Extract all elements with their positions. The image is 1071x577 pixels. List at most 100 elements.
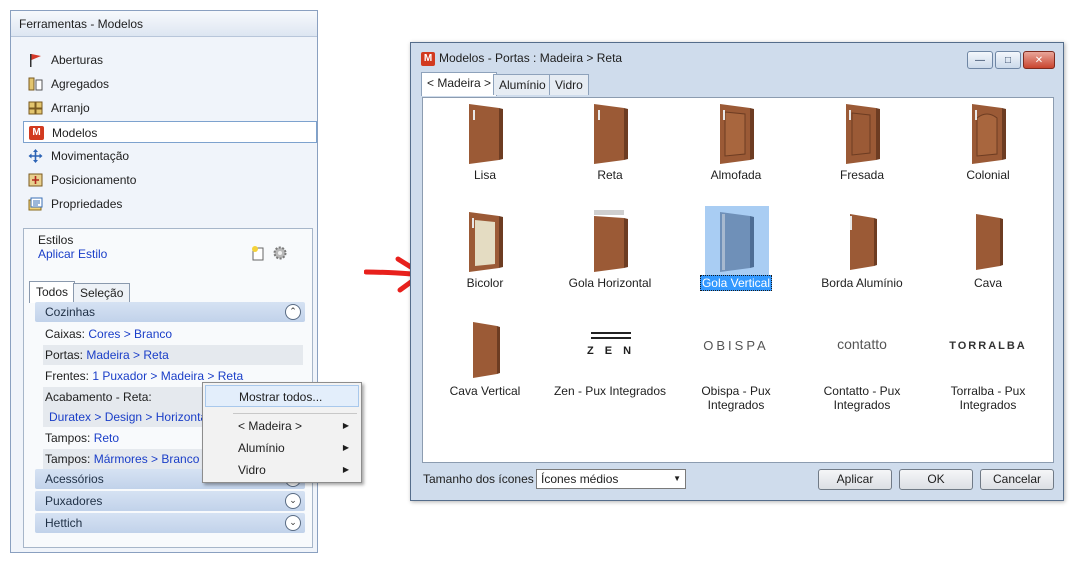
tool-label: Posicionamento <box>51 173 137 187</box>
model-item-cava-vertical[interactable]: Cava Vertical <box>425 314 545 414</box>
row-value[interactable]: Madeira > Reta <box>86 348 168 362</box>
zen-logo-icon: Z E N <box>586 332 636 357</box>
tab-vidro[interactable]: Vidro <box>549 74 589 95</box>
model-label: Torralba - Pux Integrados <box>950 384 1026 412</box>
model-item-lisa[interactable]: Lisa <box>425 98 545 198</box>
tab-todos[interactable]: Todos <box>29 281 76 303</box>
door-thumbnail <box>473 322 500 378</box>
group-label: Acessórios <box>45 472 104 486</box>
door-thumbnail <box>594 210 628 272</box>
model-item-cava[interactable]: Cava <box>928 206 1048 306</box>
model-item-obispa[interactable]: OBISPA Obispa - Pux Integrados <box>676 314 796 414</box>
style-row-portas[interactable]: Portas: Madeira > Reta <box>43 345 303 365</box>
row-value[interactable]: Mármores > Branco > <box>94 452 210 466</box>
row-value[interactable]: Reto <box>94 431 119 445</box>
tab-aluminio[interactable]: Alumínio <box>493 74 552 95</box>
tool-label: Modelos <box>52 126 98 140</box>
submenu-arrow-icon: ▶ <box>342 421 349 430</box>
door-thumbnail <box>972 104 1006 164</box>
row-label: Tampos: <box>45 452 91 466</box>
model-item-torralba[interactable]: TORRALBA Torralba - Pux Integrados <box>928 314 1048 414</box>
submenu-arrow-icon: ▶ <box>342 465 349 474</box>
chevron-up-icon[interactable]: ⌃ <box>285 304 301 320</box>
group-label: Puxadores <box>45 494 103 508</box>
tab-madeira[interactable]: < Madeira > <box>421 72 498 96</box>
model-label: Bicolor <box>466 276 504 290</box>
new-style-icon[interactable] <box>250 245 266 261</box>
group-puxadores[interactable]: Puxadores ⌄ <box>35 491 305 511</box>
menu-item-vidro[interactable]: Vidro ▶ <box>205 459 359 481</box>
ok-button[interactable]: OK <box>899 469 973 490</box>
tool-arranjo[interactable]: Arranjo <box>23 97 317 119</box>
estilos-heading: Estilos <box>38 233 74 247</box>
icon-size-label: Tamanho dos ícones <box>423 472 534 486</box>
model-label: Colonial <box>966 168 1010 182</box>
selected-label-text: Gola Vertical <box>699 275 773 291</box>
modelos-m-icon: M <box>29 126 44 140</box>
model-item-almofada[interactable]: Almofada <box>676 98 796 198</box>
tool-modelos[interactable]: M Modelos <box>23 121 317 143</box>
tab-selecao[interactable]: Seleção <box>73 283 131 302</box>
model-item-colonial[interactable]: Colonial <box>928 98 1048 198</box>
tool-label: Arranjo <box>51 101 90 115</box>
apply-button[interactable]: Aplicar <box>818 469 892 490</box>
cancel-button[interactable]: Cancelar <box>980 469 1054 490</box>
model-item-reta[interactable]: Reta <box>550 98 670 198</box>
row-value[interactable]: 1 Puxador > Madeira > Reta <box>92 369 243 383</box>
door-thumbnail <box>976 214 1003 270</box>
tool-posicionamento[interactable]: Posicionamento <box>23 169 317 191</box>
model-item-bicolor[interactable]: Bicolor <box>425 206 545 306</box>
row-label: Tampos: <box>45 431 91 445</box>
tool-movimentacao[interactable]: Movimentação <box>23 145 317 167</box>
door-thumbnail <box>469 212 503 272</box>
menu-item-mostrar-todos[interactable]: Mostrar todos... <box>205 385 359 407</box>
group-hettich[interactable]: Hettich ⌄ <box>35 513 305 533</box>
model-item-gola-horizontal[interactable]: Gola Horizontal <box>550 206 670 306</box>
tool-label: Agregados <box>51 77 110 91</box>
door-thumbnail <box>720 212 754 272</box>
model-item-borda-aluminio[interactable]: Borda Alumínio <box>802 206 922 306</box>
menu-separator <box>233 413 357 414</box>
chevron-down-icon[interactable]: ⌄ <box>285 515 301 531</box>
menu-item-aluminio[interactable]: Alumínio ▶ <box>205 437 359 459</box>
model-item-fresada[interactable]: Fresada <box>802 98 922 198</box>
tool-propriedades[interactable]: Propriedades <box>23 193 317 215</box>
app-logo-icon: M <box>421 52 435 66</box>
row-value[interactable]: Cores > Branco <box>88 327 172 341</box>
maximize-button[interactable]: □ <box>995 51 1021 69</box>
model-label: Borda Alumínio <box>821 276 903 290</box>
group-label: Cozinhas <box>45 305 96 319</box>
menu-label: Vidro <box>238 463 266 477</box>
menu-item-madeira[interactable]: < Madeira > ▶ <box>205 415 359 437</box>
model-label-selected: Gola Vertical <box>676 275 796 291</box>
torralba-logo-text: TORRALBA <box>949 340 1027 352</box>
tool-aberturas[interactable]: Aberturas <box>23 49 317 71</box>
model-label: Zen - Pux Integrados <box>553 384 667 398</box>
dropdown-arrow-icon: ▼ <box>673 474 681 483</box>
row-label: Portas: <box>45 348 84 362</box>
arranjo-icon <box>28 101 43 115</box>
models-window: M Modelos - Portas : Madeira > Reta — □ … <box>410 42 1064 501</box>
model-item-zen[interactable]: Z E N Zen - Pux Integrados <box>550 314 670 414</box>
model-label: Contatto - Pux Integrados <box>823 384 901 412</box>
tool-agregados[interactable]: Agregados <box>23 73 317 95</box>
apply-style-link[interactable]: Aplicar Estilo <box>38 247 107 261</box>
zen-logo-text: Z E N <box>586 345 636 357</box>
minimize-button[interactable]: — <box>967 51 993 69</box>
style-row-caixas[interactable]: Caixas: Cores > Branco <box>43 324 303 344</box>
model-item-gola-vertical[interactable]: Gola Vertical <box>676 206 796 306</box>
model-label: Almofada <box>710 168 762 182</box>
group-cozinhas[interactable]: Cozinhas ⌃ <box>35 302 305 322</box>
model-item-contatto[interactable]: contatto Contatto - Pux Integrados <box>802 314 922 414</box>
icon-size-value: Ícones médios <box>541 472 619 486</box>
door-thumbnail <box>720 104 754 164</box>
window-title: Modelos - Portas : Madeira > Reta <box>439 51 623 65</box>
row-label: Caixas: <box>45 327 86 341</box>
model-label: Reta <box>597 168 623 182</box>
icon-size-select[interactable]: Ícones médios ▼ <box>536 469 686 489</box>
gear-icon[interactable] <box>272 245 288 261</box>
model-label: Lisa <box>473 168 496 182</box>
posicionamento-icon <box>28 173 43 187</box>
chevron-down-icon[interactable]: ⌄ <box>285 493 301 509</box>
close-button[interactable]: ✕ <box>1023 51 1055 69</box>
